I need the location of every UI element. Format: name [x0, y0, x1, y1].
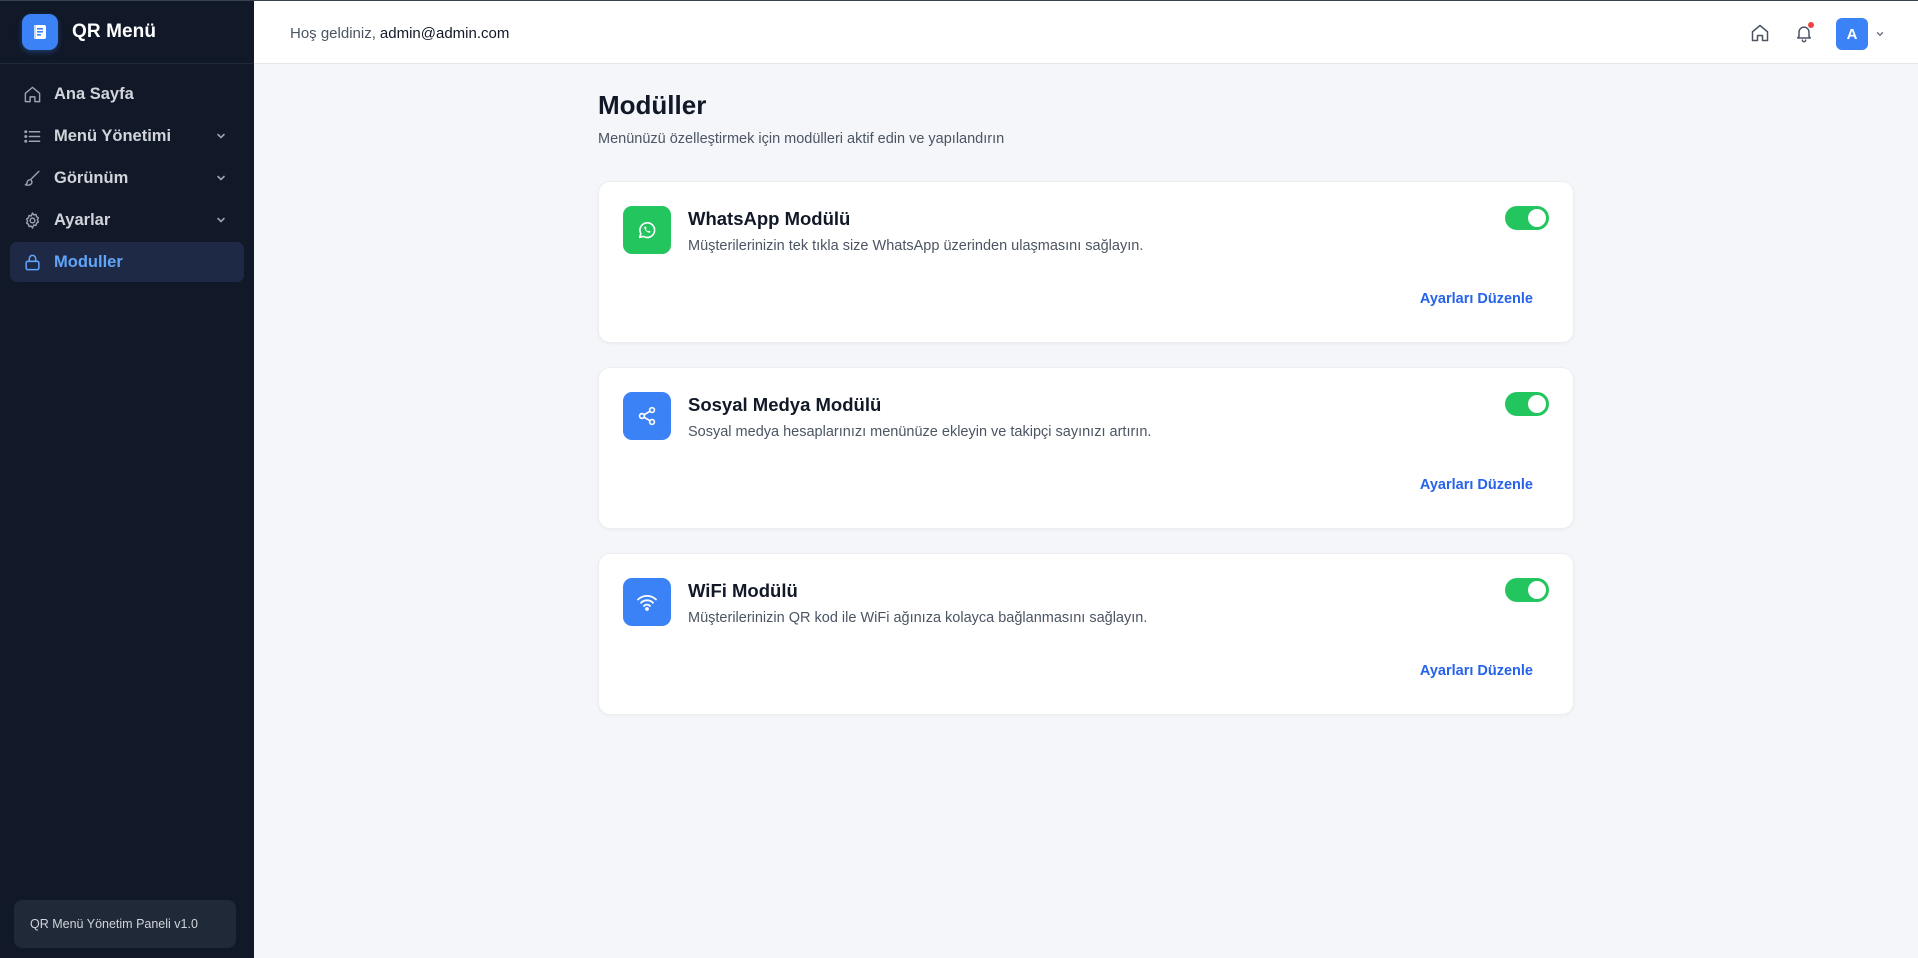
- edit-settings-link[interactable]: Ayarları Düzenle: [1420, 291, 1533, 307]
- chevron-down-icon[interactable]: [214, 213, 228, 227]
- book-icon: [22, 14, 58, 50]
- lock-icon: [22, 252, 42, 272]
- toggle-knob: [1528, 209, 1546, 227]
- sidebar-item-label: Moduller: [54, 252, 123, 271]
- welcome-text: Hoş geldiniz,: [290, 25, 376, 42]
- module-description: Müşterilerinizin tek tıkla size WhatsApp…: [688, 238, 1144, 254]
- module-card-whatsapp: WhatsApp Modülü Müşterilerinizin tek tık…: [598, 181, 1574, 343]
- module-card-wifi: WiFi Modülü Müşterilerinizin QR kod ile …: [598, 553, 1574, 715]
- topbar: Hoş geldiniz, admin@admin.com A: [254, 0, 1918, 64]
- sidebar-item-ayarlar[interactable]: Ayarlar: [10, 200, 244, 240]
- list-icon: [22, 126, 42, 146]
- edit-settings-link[interactable]: Ayarları Düzenle: [1420, 663, 1533, 679]
- sidebar-item-label: Ana Sayfa: [54, 84, 134, 103]
- sidebar-item-moduller[interactable]: Moduller: [10, 242, 244, 282]
- welcome-message: Hoş geldiniz, admin@admin.com: [290, 25, 509, 42]
- module-toggle[interactable]: [1505, 206, 1549, 230]
- page-title: Modüller: [598, 90, 707, 120]
- edit-settings-link[interactable]: Ayarları Düzenle: [1420, 477, 1533, 493]
- toggle-knob: [1528, 581, 1546, 599]
- sidebar-item-label: Ayarlar: [54, 210, 111, 229]
- gear-icon: [22, 210, 42, 230]
- sidebar-item-menu-yonetimi[interactable]: Menü Yönetimi: [10, 116, 244, 156]
- chevron-down-icon[interactable]: [214, 171, 228, 185]
- avatar[interactable]: A: [1836, 18, 1868, 50]
- sidebar-item-label: Görünüm: [54, 168, 129, 187]
- home-icon: [22, 84, 42, 104]
- page-subtitle: Menünüzü özelleştirmek için modülleri ak…: [598, 131, 1005, 147]
- module-description: Müşterilerinizin QR kod ile WiFi ağınıza…: [688, 610, 1148, 626]
- module-description: Sosyal medya hesaplarınızı menünüze ekle…: [688, 424, 1152, 440]
- sidebar-item-gorunum[interactable]: Görünüm: [10, 158, 244, 198]
- brand-title: QR Menü: [72, 21, 157, 42]
- sidebar-nav: Ana Sayfa Menü Yönetimi Görünüm Ayarlar …: [0, 64, 254, 282]
- module-list: WhatsApp Modülü Müşterilerinizin tek tık…: [598, 181, 1574, 715]
- sidebar-footer: QR Menü Yönetim Paneli v1.0: [14, 900, 236, 948]
- module-toggle[interactable]: [1505, 578, 1549, 602]
- module-title: WiFi Modülü: [688, 580, 798, 601]
- brand[interactable]: QR Menü: [0, 1, 254, 64]
- module-title: WhatsApp Modülü: [688, 208, 851, 229]
- whatsapp-icon: [623, 206, 671, 254]
- main-content: Modüller Menünüzü özelleştirmek için mod…: [598, 90, 1574, 739]
- sidebar-item-ana-sayfa[interactable]: Ana Sayfa: [10, 74, 244, 114]
- module-card-social-media: Sosyal Medya Modülü Sosyal medya hesapla…: [598, 367, 1574, 529]
- chevron-down-icon[interactable]: [1874, 28, 1886, 40]
- bell-icon[interactable]: [1792, 21, 1816, 45]
- share-icon: [623, 392, 671, 440]
- user-email: admin@admin.com: [379, 25, 510, 42]
- home-icon[interactable]: [1748, 21, 1772, 45]
- sidebar-item-label: Menü Yönetimi: [54, 126, 172, 145]
- brush-icon: [22, 168, 42, 188]
- sidebar: QR Menü Ana Sayfa Menü Yönetimi Görünüm: [0, 0, 254, 958]
- module-toggle[interactable]: [1505, 392, 1549, 416]
- toggle-knob: [1528, 395, 1546, 413]
- module-title: Sosyal Medya Modülü: [688, 394, 882, 415]
- notification-dot: [1808, 22, 1814, 28]
- chevron-down-icon[interactable]: [214, 129, 228, 143]
- wifi-icon: [623, 578, 671, 626]
